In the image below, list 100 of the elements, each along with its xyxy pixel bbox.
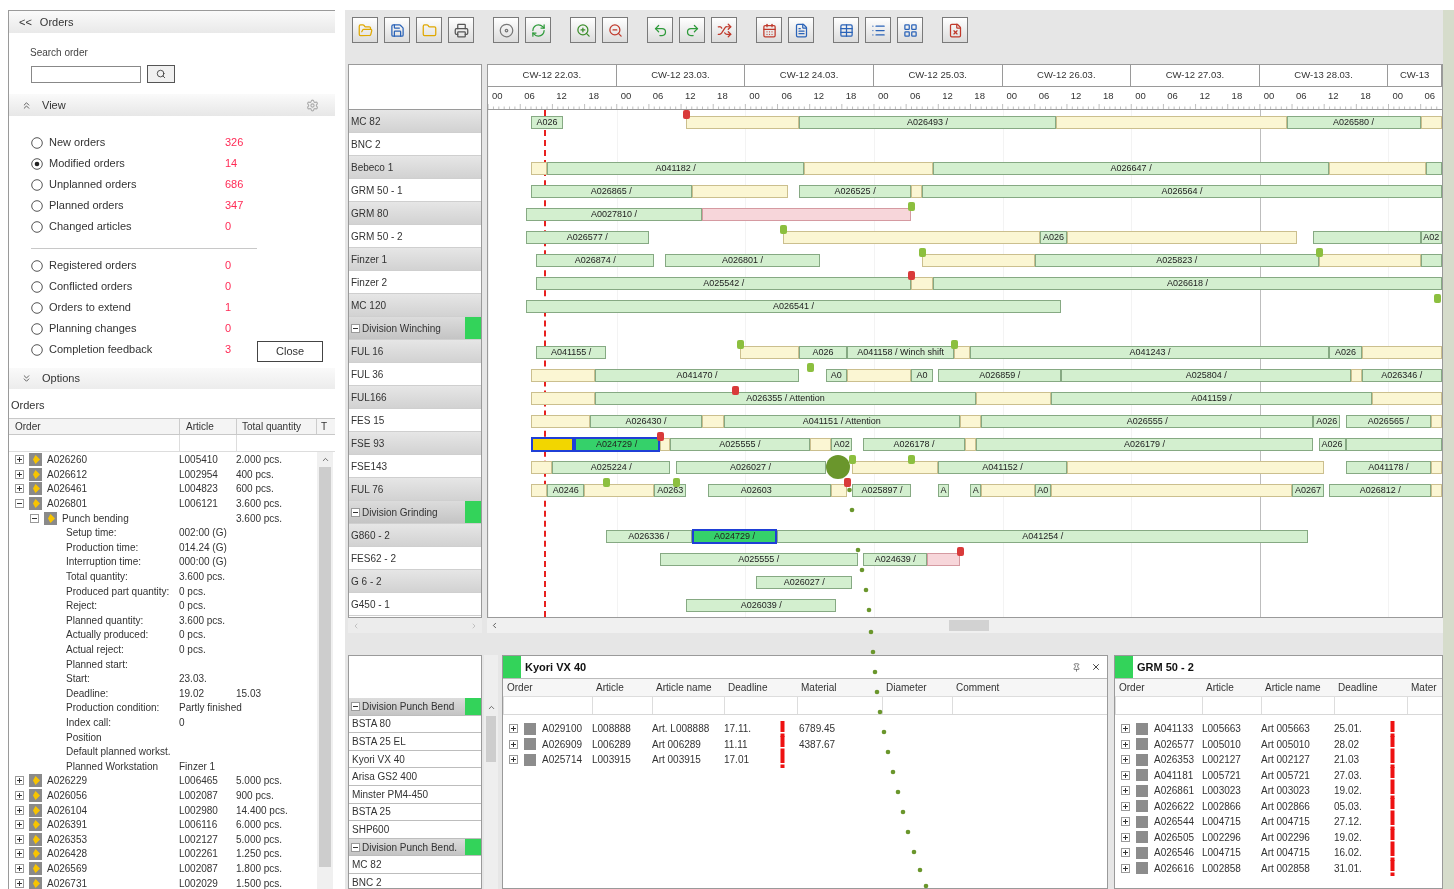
column-header[interactable]: Article bbox=[179, 418, 236, 434]
column-header[interactable]: Diameter bbox=[882, 679, 952, 696]
toolbar-button[interactable] bbox=[833, 17, 859, 43]
vertical-scrollbar[interactable] bbox=[484, 655, 498, 889]
vertical-scrollbar[interactable] bbox=[317, 451, 333, 889]
gantt-bar[interactable]: A026555 / bbox=[981, 415, 1314, 428]
gantt-bar[interactable]: A026577 / bbox=[525, 231, 649, 244]
column-header[interactable]: Article bbox=[592, 679, 652, 696]
gantt-bar[interactable]: A026564 / bbox=[922, 185, 1442, 198]
flag-marker-icon[interactable] bbox=[844, 478, 852, 487]
filter-field[interactable] bbox=[652, 696, 724, 714]
expand-icon[interactable] bbox=[15, 863, 24, 873]
column-header[interactable]: Article name bbox=[1261, 679, 1334, 696]
order-id[interactable]: A026056 bbox=[47, 787, 88, 803]
gantt-bar[interactable]: A0263 bbox=[654, 484, 687, 497]
collapse-icon[interactable] bbox=[15, 499, 24, 509]
expand-icon[interactable] bbox=[15, 820, 24, 830]
radio-button[interactable] bbox=[31, 343, 43, 356]
gantt-bar[interactable]: A026346 / bbox=[1361, 369, 1442, 382]
gantt-bar[interactable]: A041178 / bbox=[1345, 461, 1432, 474]
filter-field[interactable] bbox=[1407, 696, 1442, 714]
gantt-bar[interactable]: A025823 / bbox=[1034, 254, 1319, 267]
pin-icon[interactable] bbox=[1072, 662, 1081, 672]
view-section-header[interactable]: View bbox=[9, 94, 335, 116]
gantt-bar[interactable]: A041254 / bbox=[777, 530, 1308, 543]
division-row[interactable]: Division Grinding bbox=[349, 501, 481, 523]
gantt-bar[interactable]: A0 bbox=[825, 369, 848, 382]
order-id[interactable]: A041181 bbox=[1154, 767, 1194, 783]
scroll-up-icon[interactable] bbox=[486, 703, 496, 712]
resource-row[interactable]: BSTA 25 EL bbox=[349, 733, 481, 750]
collapse-icon[interactable] bbox=[30, 513, 39, 523]
resource-row[interactable]: Kyori VX 40 bbox=[349, 750, 481, 768]
resource-row[interactable]: Bebeco 1 bbox=[349, 156, 481, 178]
resource-row[interactable]: FUL166 bbox=[349, 386, 481, 408]
gantt-bar[interactable]: A026355 / Attention bbox=[595, 392, 976, 405]
gantt-bar[interactable]: A041152 / bbox=[938, 461, 1067, 474]
resource-row[interactable]: FUL 76 bbox=[349, 478, 481, 500]
flag-marker-icon[interactable] bbox=[656, 432, 664, 441]
scrollbar-thumb[interactable] bbox=[949, 620, 989, 631]
column-header[interactable]: Deadline bbox=[1334, 679, 1407, 696]
radio-button[interactable] bbox=[31, 280, 43, 293]
flag-marker-icon[interactable] bbox=[1315, 248, 1323, 257]
expand-icon[interactable] bbox=[1121, 724, 1130, 734]
flag-marker-icon[interactable] bbox=[806, 363, 814, 372]
flag-marker-icon[interactable] bbox=[731, 386, 739, 395]
flag-marker-icon[interactable] bbox=[956, 547, 964, 556]
gantt-bar[interactable]: A041151 / Attention bbox=[723, 415, 960, 428]
column-header[interactable]: Order bbox=[1115, 679, 1202, 696]
flag-marker-icon[interactable] bbox=[1433, 294, 1441, 303]
order-id[interactable]: A026731 bbox=[47, 875, 88, 889]
expand-icon[interactable] bbox=[15, 776, 24, 786]
resource-row[interactable]: MC 120 bbox=[349, 294, 481, 316]
resource-row[interactable]: MC 82 bbox=[349, 110, 481, 132]
gantt-bar[interactable]: A026801 / bbox=[664, 254, 821, 267]
order-id[interactable]: A026391 bbox=[47, 817, 88, 833]
expand-icon[interactable] bbox=[15, 790, 24, 800]
expand-icon[interactable] bbox=[1121, 848, 1130, 858]
toolbar-button[interactable] bbox=[602, 17, 628, 43]
gantt-bar[interactable]: A025804 / bbox=[1061, 369, 1351, 382]
gantt-bar[interactable]: A025224 / bbox=[552, 461, 671, 474]
order-id[interactable]: A026461 bbox=[47, 481, 88, 497]
filter-field[interactable] bbox=[503, 696, 592, 714]
gantt-bar[interactable]: A041470 / bbox=[595, 369, 799, 382]
expand-icon[interactable] bbox=[1121, 770, 1130, 780]
search-field[interactable] bbox=[31, 65, 141, 83]
expand-icon[interactable] bbox=[509, 755, 518, 765]
order-id[interactable]: A026801 bbox=[47, 496, 88, 512]
toolbar-button[interactable] bbox=[416, 17, 442, 43]
gantt-bar[interactable]: A0027810 / bbox=[525, 208, 703, 221]
expand-icon[interactable] bbox=[509, 724, 518, 734]
column-header[interactable]: Mater bbox=[1407, 679, 1442, 696]
gantt-bar[interactable]: A024729 / bbox=[691, 529, 778, 544]
gantt-bar[interactable]: A bbox=[970, 484, 982, 497]
collapse-icon[interactable] bbox=[351, 701, 360, 711]
collapse-icon[interactable] bbox=[351, 323, 360, 333]
order-id[interactable]: A026428 bbox=[47, 846, 88, 862]
gantt-bar[interactable]: A026580 / bbox=[1286, 116, 1421, 129]
radio-button[interactable] bbox=[31, 136, 43, 149]
resource-row[interactable]: G 6 - 2 bbox=[349, 570, 481, 592]
expand-icon[interactable] bbox=[15, 484, 24, 494]
toolbar-button[interactable] bbox=[788, 17, 814, 43]
column-header[interactable]: Comment bbox=[952, 679, 1107, 696]
resource-row[interactable]: BSTA 25 bbox=[349, 803, 481, 821]
division-row[interactable]: Division Punch Bend bbox=[349, 698, 481, 715]
expand-icon[interactable] bbox=[15, 455, 24, 465]
gantt-bar[interactable]: A026430 / bbox=[589, 415, 703, 428]
horizontal-scrollbar[interactable] bbox=[348, 618, 482, 633]
division-row[interactable]: Division Winching bbox=[349, 317, 481, 339]
expand-icon[interactable] bbox=[15, 805, 24, 815]
gantt-bar[interactable]: A041158 / Winch shift bbox=[847, 346, 955, 359]
order-id[interactable]: A026229 bbox=[47, 773, 88, 789]
resource-row[interactable]: BSTA 80 bbox=[349, 715, 481, 733]
filter-field[interactable] bbox=[952, 696, 1107, 714]
gantt-bar[interactable]: A02 bbox=[1420, 231, 1442, 244]
filter-field[interactable] bbox=[724, 696, 797, 714]
gantt-bar[interactable]: A041159 / bbox=[1050, 392, 1373, 405]
radio-button[interactable] bbox=[31, 178, 43, 191]
flag-marker-icon[interactable] bbox=[919, 248, 927, 257]
gantt-bar[interactable]: A025555 / bbox=[659, 553, 858, 566]
column-header[interactable]: Deadline bbox=[724, 679, 797, 696]
